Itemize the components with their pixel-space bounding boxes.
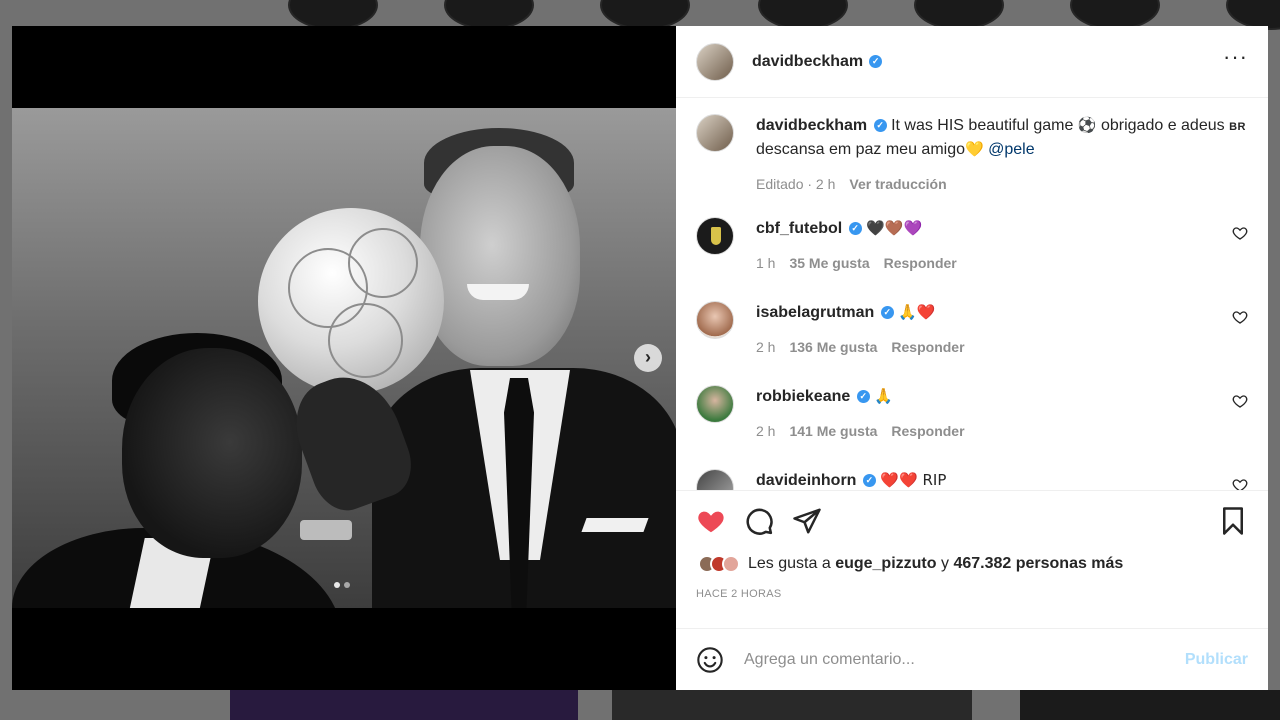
commenter-username[interactable]: robbiekeane [756, 388, 850, 405]
caption-text: obrigado e adeus [1100, 117, 1225, 134]
commenter-username[interactable]: davideinhorn [756, 472, 856, 489]
caption-text: It was HIS beautiful game [891, 117, 1074, 134]
reply-button[interactable]: Responder [891, 336, 964, 358]
carousel-dot [344, 582, 350, 588]
add-comment-bar: Publicar [676, 628, 1268, 690]
commenter-username[interactable]: cbf_futebol [756, 220, 842, 237]
commenter-avatar[interactable] [696, 301, 734, 339]
comment-likes[interactable]: 136 Me gusta [789, 336, 877, 358]
more-options-button[interactable]: ··· [1223, 45, 1248, 72]
comment-text: 🙏 [874, 387, 893, 405]
verified-badge-icon: ✓ [856, 390, 870, 404]
author-avatar[interactable] [696, 42, 734, 81]
likes-summary: Les gusta a euge_pizzuto y 467.382 perso… [676, 550, 1268, 578]
comment-text: 🙏❤️ [898, 303, 936, 321]
comment-input[interactable] [744, 650, 1185, 669]
carousel-dot-active [334, 582, 340, 588]
comment-item: cbf_futebol ✓ 🖤🤎💜 1 h 35 Me gusta Respon… [696, 217, 1248, 274]
brazil-flag: BR [1229, 121, 1246, 133]
likes-connector: y [940, 555, 949, 572]
commenter-username[interactable]: isabelagrutman [756, 304, 874, 321]
like-comment-heart-icon[interactable] [1232, 477, 1248, 490]
comment-item: isabelagrutman ✓ 🙏❤️ 2 h 136 Me gusta Re… [696, 301, 1248, 358]
post-caption: davidbeckham ✓ It was HIS beautiful game… [696, 114, 1248, 195]
comment-time: 2 h [756, 423, 776, 439]
caption-text: descansa em paz meu amigo [756, 141, 965, 158]
publish-button[interactable]: Publicar [1185, 651, 1248, 669]
verified-badge-icon: ✓ [880, 306, 894, 320]
comments-list[interactable]: davidbeckham ✓ It was HIS beautiful game… [676, 98, 1268, 490]
commenter-avatar[interactable] [696, 385, 734, 423]
liker-avatar [722, 555, 740, 573]
comment-item: davideinhorn ✓ ❤️❤️ RIP [696, 469, 1248, 490]
post-photo [12, 108, 676, 608]
comment-likes[interactable]: 35 Me gusta [789, 252, 869, 274]
author-username[interactable]: davidbeckham ✓ [752, 53, 883, 71]
verified-badge-icon: ✓ [873, 119, 887, 133]
verified-badge-icon: ✓ [848, 222, 862, 236]
liker-username[interactable]: euge_pizzuto [835, 555, 936, 573]
caption-username[interactable]: davidbeckham [756, 117, 867, 134]
liker-avatars [698, 555, 740, 573]
post-actions-bar [676, 490, 1268, 550]
post-media: › [12, 26, 676, 690]
caption-author-avatar[interactable] [696, 114, 734, 152]
ball-emoji: ⚽ [1077, 116, 1097, 134]
carousel-next-button[interactable]: › [634, 344, 662, 372]
comment-time: 2 h [756, 339, 776, 355]
verified-badge-icon: ✓ [862, 474, 876, 488]
post-header: davidbeckham ✓ ··· [676, 26, 1268, 98]
yellow-heart-emoji: 💛 [965, 140, 984, 158]
reply-button[interactable]: Responder [884, 252, 957, 274]
like-comment-heart-icon[interactable] [1232, 393, 1248, 409]
comment-likes[interactable]: 141 Me gusta [789, 420, 877, 442]
like-comment-heart-icon[interactable] [1232, 225, 1248, 241]
caption-edited-time: Editado · 2 h [756, 176, 836, 192]
likes-prefix: Les gusta a [748, 555, 831, 572]
likes-count-link[interactable]: 467.382 personas más [953, 555, 1123, 573]
comment-text: ❤️❤️ RIP [880, 471, 947, 489]
post-timestamp[interactable]: HACE 2 HORAS [676, 578, 1268, 618]
commenter-avatar[interactable] [696, 217, 734, 255]
emoji-picker-icon[interactable] [696, 646, 724, 674]
commenter-avatar[interactable] [696, 469, 734, 490]
like-heart-icon[interactable] [696, 506, 726, 536]
mention-link[interactable]: @pele [988, 141, 1035, 158]
carousel-dots [334, 582, 350, 588]
comment-item: robbiekeane ✓ 🙏 2 h 141 Me gusta Respond… [696, 385, 1248, 442]
save-bookmark-icon[interactable] [1218, 506, 1248, 536]
share-send-icon[interactable] [792, 506, 822, 536]
comment-text: 🖤🤎💜 [866, 219, 923, 237]
like-comment-heart-icon[interactable] [1232, 309, 1248, 325]
comment-bubble-icon[interactable] [744, 506, 774, 536]
reply-button[interactable]: Responder [891, 420, 964, 442]
football [258, 208, 444, 394]
comment-time: 1 h [756, 255, 776, 271]
verified-badge-icon: ✓ [869, 55, 883, 68]
see-translation-link[interactable]: Ver traducción [849, 173, 946, 195]
post-side-panel: davidbeckham ✓ ··· davidbeckham ✓ It was… [676, 26, 1268, 690]
